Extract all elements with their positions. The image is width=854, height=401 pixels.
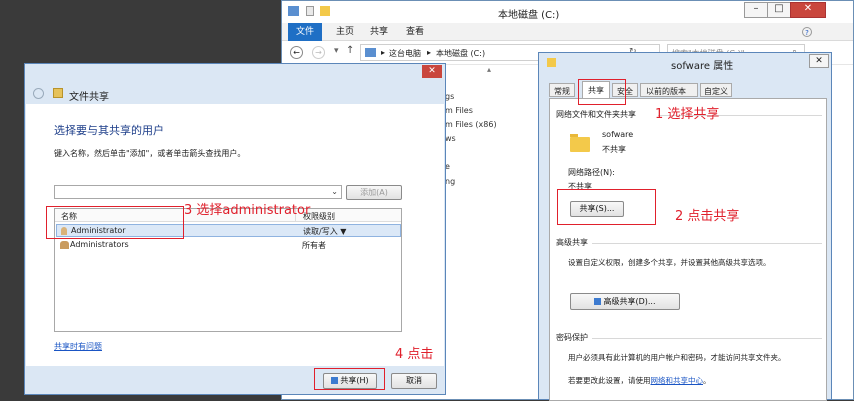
user-name-combo[interactable]: ⌄ <box>54 185 342 199</box>
list-item[interactable]: m Files <box>445 106 473 115</box>
properties-title: sofware 属性 <box>671 61 734 72</box>
tab-home[interactable]: 主页 <box>328 23 362 41</box>
help-icon[interactable]: ? <box>802 27 812 37</box>
advanced-sharing-group-title: 高级共享 <box>556 238 588 247</box>
share-icon <box>53 88 63 98</box>
network-center-link[interactable]: 网络和共享中心 <box>651 376 704 385</box>
list-item[interactable]: m Files (x86) <box>445 120 497 129</box>
new-folder-icon[interactable] <box>320 6 330 16</box>
up-icon[interactable]: ↑ <box>346 45 354 56</box>
list-item[interactable]: ng <box>445 177 455 186</box>
folder-share-state: 不共享 <box>602 145 626 154</box>
tab-customize[interactable]: 自定义 <box>700 83 732 97</box>
tab-previous-versions[interactable]: 以前的版本 <box>640 83 698 97</box>
user-name: Administrators <box>70 240 129 249</box>
help-link[interactable]: 共享时有问题 <box>54 341 102 352</box>
shield-icon <box>594 298 602 305</box>
password-group-title: 密码保护 <box>556 333 588 342</box>
column-sort-chevron-icon[interactable]: ▴ <box>487 65 491 74</box>
breadcrumb-drive[interactable]: 本地磁盘 (C:) <box>436 48 485 59</box>
computer-icon <box>365 48 376 57</box>
annotation-4: 4 点击 <box>395 347 434 362</box>
instruction: 键入名称，然后单击"添加"，或者单击箭头查找用户。 <box>54 149 246 158</box>
permission-level: 所有者 <box>302 241 326 250</box>
back-icon[interactable] <box>33 88 44 99</box>
highlight-share-h-button <box>314 368 385 390</box>
folder-icon <box>570 134 590 152</box>
annotation-2: 2 点击共享 <box>675 209 740 224</box>
list-item[interactable]: ws <box>445 134 456 143</box>
maximize-button[interactable]: □ <box>767 2 791 18</box>
tab-general[interactable]: 常规 <box>549 83 575 97</box>
table-row[interactable]: Administrators 所有者 <box>56 239 401 252</box>
explorer-titlebar: 本地磁盘 (C:) – □ ✕ <box>282 1 853 23</box>
forward-icon[interactable]: → <box>312 46 325 59</box>
dropdown-arrow-icon[interactable]: ⌄ <box>331 187 338 196</box>
sharing-panel: 网络文件和文件夹共享 sofware 不共享 网络路径(N): 不共享 共享(S… <box>549 98 827 401</box>
explorer-title: 本地磁盘 (C:) <box>498 10 560 21</box>
cancel-button[interactable]: 取消 <box>391 373 437 389</box>
highlight-share-button <box>557 189 656 225</box>
annotation-3: 3 选择administrator <box>184 203 311 218</box>
group-icon <box>60 241 69 249</box>
close-icon[interactable]: ✕ <box>809 54 829 68</box>
folder-name: sofware <box>602 130 634 139</box>
advanced-sharing-label: 高级共享(D)... <box>603 297 656 306</box>
minimize-button[interactable]: – <box>744 2 768 18</box>
back-icon[interactable]: ← <box>290 46 303 59</box>
properties-icon[interactable] <box>306 6 314 16</box>
highlight-administrator-row <box>46 206 184 239</box>
highlight-sharing-tab <box>578 79 626 105</box>
folder-icon <box>547 58 556 67</box>
ribbon: 文件 主页 共享 查看 ? <box>282 23 853 41</box>
advanced-sharing-desc: 设置自定义权限，创建多个共享，并设置其他高级共享选项。 <box>568 258 771 267</box>
network-path-label: 网络路径(N): <box>568 168 615 177</box>
tab-view[interactable]: 查看 <box>398 23 432 41</box>
advanced-sharing-button[interactable]: 高级共享(D)... <box>570 293 680 310</box>
drive-icon <box>288 6 299 16</box>
heading: 选择要与其共享的用户 <box>54 124 164 137</box>
recent-chevron-icon[interactable]: ▾ <box>334 46 339 56</box>
list-item[interactable]: gs <box>445 92 454 101</box>
password-desc: 用户必须具有此计算机的用户帐户和密码，才能访问共享文件夹。 <box>568 353 786 362</box>
close-icon[interactable]: ✕ <box>422 65 442 78</box>
close-button[interactable]: ✕ <box>790 2 826 18</box>
permission-dropdown[interactable]: 读取/写入 ▼ <box>303 226 346 237</box>
annotation-1: 1 选择共享 <box>655 107 720 122</box>
network-sharing-group-title: 网络文件和文件夹共享 <box>556 110 636 119</box>
password-change-text: 若要更改此设置，请使用网络和共享中心。 <box>568 376 711 385</box>
tab-file[interactable]: 文件 <box>288 23 323 41</box>
tab-share[interactable]: 共享 <box>362 23 396 41</box>
add-button[interactable]: 添加(A) <box>346 185 402 200</box>
dialog-title: 文件共享 <box>69 92 109 103</box>
breadcrumb-this-pc[interactable]: 这台电脑 <box>389 48 421 59</box>
